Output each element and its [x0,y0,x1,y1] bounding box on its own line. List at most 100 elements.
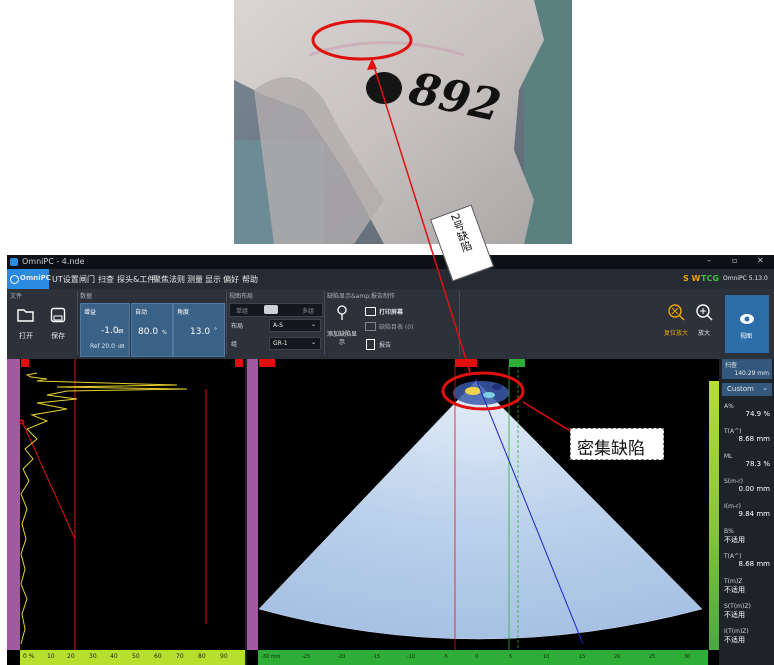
reading-row: I(T(m)Z) 不适用 [724,628,770,645]
print-screen-button[interactable]: 打印屏幕 [365,307,425,319]
angle-value: 13.0 [190,327,211,337]
reset-zoom-icon [668,304,685,321]
a-scan-tick: 60 [154,653,162,660]
reading-name: I(T(m)Z) [724,628,749,635]
data-group-title: 数据 [80,293,93,300]
auto-unit: % [162,330,167,336]
a-scan-tick: 20 [67,653,75,660]
a-scan-tick: 40 [110,653,118,660]
auto-card[interactable]: 自动 80.0 % [131,303,173,357]
a-scan-panel[interactable]: 0 % 10 20 30 40 50 60 70 80 90 [7,359,245,665]
minimize-icon[interactable]: – [707,256,711,265]
reading-value: 不适用 [724,636,745,644]
defect-photo: 892 [234,0,572,244]
angle-card[interactable]: 角度 13.0 ° [173,303,225,357]
gain-label: 增益 [84,309,97,316]
title-bar: OmniPC - 4.nde – ▫ ✕ [7,255,774,269]
reading-value: 8.68 mm [738,560,770,568]
group-mode-toggle[interactable]: 单组 多组 [229,303,323,317]
s-scan-tick: -10 [407,654,416,660]
reading-row: S(m-r) 0.00 mm [724,478,770,493]
menu-preferences[interactable]: 偏好 [223,274,239,285]
s-scan-tick: 15 [579,654,586,660]
s-scan-tick: 20 [614,654,621,660]
s-scan-tick: -25 [302,654,311,660]
menu-ut-settings[interactable]: UT设置 [52,274,79,285]
reading-name: S(T(m)Z) [724,603,751,610]
add-defect-button[interactable]: 添加缺陷显示 [325,305,359,355]
clipboard-icon [366,339,375,350]
defect-group-title: 缺陷显示&amp;报告制作 [327,293,396,300]
s-scan-panel[interactable]: -30 mm -25 -20 -15 -10 -5 0 5 10 15 20 2… [247,359,719,665]
reading-row: B% 不适用 [724,528,770,545]
a-scan-tick: 30 [89,653,97,660]
folder-icon [17,309,34,322]
a-scan-tick: 10 [47,653,55,660]
eye-icon [740,314,754,324]
reading-mode-select[interactable]: Custom ⌄ [722,383,772,396]
menu-bar: OmniPC UT设置 闸门 扫查 探头&工件 聚焦法则 测量 显示 偏好 帮助… [7,269,774,289]
reading-name: T(m)Z [724,578,743,585]
readings-sidebar: 扫查 140.29 mm Custom ⌄ A% 74.9 % T(A^) 8.… [720,359,774,665]
divider [459,291,460,355]
menu-display[interactable]: 显示 [205,274,221,285]
menu-gates[interactable]: 闸门 [79,274,95,285]
s-scan-tick: 5 [509,654,513,660]
menu-scan[interactable]: 扫查 [98,274,114,285]
layout-select[interactable]: A-S ⌄ [269,319,321,332]
brand-icon [10,275,19,284]
reading-name: A% [724,403,734,410]
close-icon[interactable]: ✕ [757,256,764,265]
group-label: 组 [231,341,238,348]
annotation-text-dense-defect: 密集缺陷 [577,439,645,459]
reading-row: I(m-r) 9.84 mm [724,503,770,518]
ref-unit: dB [118,344,125,350]
scan-position-box[interactable]: 扫查 140.29 mm [722,359,772,379]
reading-name: ML [724,453,733,460]
open-button[interactable]: 打开 [13,307,39,347]
save-button[interactable]: 保存 [45,307,71,347]
menu-focal-law[interactable]: 聚焦法则 [153,274,185,285]
defect-table-button[interactable]: 缺陷目表 (0) [365,322,435,334]
group-value: GR-1 [273,340,288,347]
camera-icon [365,307,376,316]
photo-drawing [234,0,572,244]
reset-zoom-button[interactable]: 复位放大 [661,303,691,343]
menu-measure[interactable]: 测量 [187,274,203,285]
a-scan-tick: 70 [176,653,184,660]
menu-probe-part[interactable]: 探头&工件 [117,274,155,285]
brand-tab[interactable]: OmniPC [7,269,51,289]
reading-value: 74.9 % [745,410,770,418]
multi-group-option[interactable]: 多组 [302,306,314,315]
chevron-down-icon: ⌄ [311,339,317,346]
toggle-knob[interactable] [264,305,278,314]
single-group-option[interactable]: 单组 [236,306,248,315]
layout-value: A-S [273,322,283,329]
scan-position-label: 扫查 [725,362,738,369]
reading-value: 不适用 [724,536,745,544]
menu-help[interactable]: 帮助 [242,274,258,285]
s-scan-tick: 25 [649,654,656,660]
auto-label: 自动 [135,309,148,316]
window-title: OmniPC - 4.nde [22,257,85,266]
color-palette-bar [709,381,719,650]
gain-value: -1.0 [101,326,119,336]
reading-name: S(m-r) [724,478,743,485]
zoom-button[interactable]: 放大 [693,303,715,343]
reading-value: 9.84 mm [738,510,770,518]
chevron-down-icon: ⌄ [762,384,768,392]
reading-name: T(A^) [724,428,742,435]
annotation-text-defect-2: 2号缺陷 [447,211,474,254]
report-button[interactable]: 报告 [365,339,405,351]
angle-label: 角度 [177,309,190,316]
maximize-icon[interactable]: ▫ [732,256,737,265]
app-icon [10,258,18,266]
reading-row: T(A^) 8.68 mm [724,553,770,568]
s-scan-tick: -30 mm [261,654,281,660]
gain-card[interactable]: 增益 -1.0 dB Ref 20.0 dB [80,303,130,357]
reading-row: S(T(m)Z) 不适用 [724,603,770,620]
group-select[interactable]: GR-1 ⌄ [269,337,321,350]
a-scan-tick: 0 % [23,653,35,660]
view-button[interactable]: 视图 [725,295,769,353]
layout-group-title: 视图布局 [229,293,254,300]
